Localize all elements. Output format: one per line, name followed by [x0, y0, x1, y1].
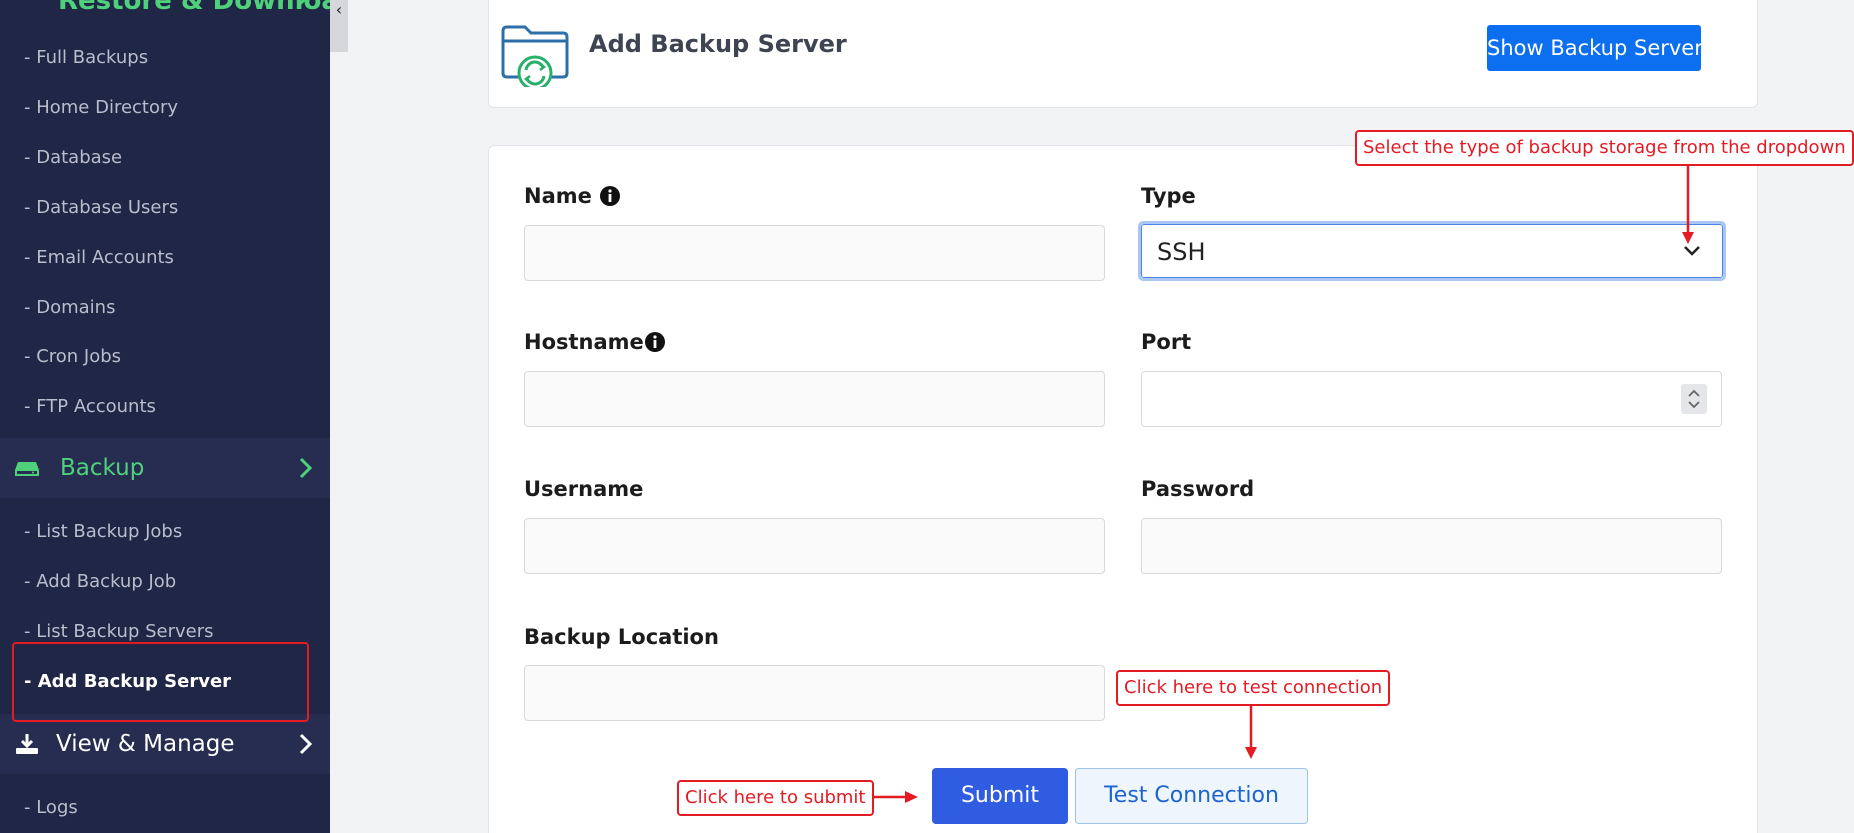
stepper-arrows-icon [1688, 389, 1700, 409]
type-label: Type [1141, 184, 1196, 208]
name-label: Name [524, 184, 592, 208]
hostname-input[interactable] [524, 371, 1105, 427]
test-connection-button[interactable]: Test Connection [1075, 768, 1308, 824]
chevron-down-icon [1684, 246, 1700, 256]
sidebar-section-label: Backup [60, 455, 145, 481]
type-select-frame [1141, 224, 1723, 278]
annotation-submit-hint: Click here to submit [677, 780, 874, 816]
chevron-right-icon [296, 0, 307, 8]
sidebar-section-label: Restore & Download [58, 0, 330, 16]
sidebar-item-full-backups[interactable]: - Full Backups [24, 43, 148, 73]
type-select-value: SSH [1157, 238, 1206, 266]
info-icon[interactable] [645, 332, 665, 352]
port-input[interactable] [1141, 371, 1722, 427]
port-stepper[interactable] [1681, 384, 1707, 414]
folder-sync-icon [501, 25, 569, 87]
name-input[interactable] [524, 225, 1105, 281]
sidebar-section-view-manage[interactable]: View & Manage [0, 714, 330, 774]
port-label: Port [1141, 330, 1192, 354]
sidebar-item-database[interactable]: - Database [24, 143, 122, 173]
sidebar-item-add-backup-job[interactable]: - Add Backup Job [24, 567, 176, 597]
sidebar-section-label: View & Manage [56, 731, 235, 757]
page-title: Add Backup Server [589, 30, 847, 58]
sidebar-item-email-accounts[interactable]: - Email Accounts [24, 243, 174, 273]
sidebar-item-home-directory[interactable]: - Home Directory [24, 93, 178, 123]
chevron-right-icon [299, 733, 313, 755]
annotation-type-hint: Select the type of backup storage from t… [1355, 130, 1854, 166]
username-input[interactable] [524, 518, 1105, 574]
sidebar-item-list-backup-jobs[interactable]: - List Backup Jobs [24, 517, 182, 547]
sidebar-item-domains[interactable]: - Domains [24, 293, 115, 323]
type-select[interactable]: SSH [1138, 221, 1726, 281]
annotation-test-hint: Click here to test connection [1116, 670, 1391, 706]
sidebar-item-ftp-accounts[interactable]: - FTP Accounts [24, 392, 156, 422]
info-icon[interactable] [600, 186, 620, 206]
username-label: Username [524, 477, 644, 501]
page-header-card: Add Backup Server Show Backup Servers [488, 0, 1758, 108]
chevron-right-icon [299, 457, 313, 479]
download-icon [16, 734, 38, 754]
show-backup-servers-button[interactable]: Show Backup Servers [1487, 25, 1714, 71]
backup-location-label: Backup Location [524, 625, 719, 649]
backup-location-input[interactable] [524, 665, 1105, 721]
password-input[interactable] [1141, 518, 1722, 574]
sidebar-item-database-users[interactable]: - Database Users [24, 193, 178, 223]
hdd-icon [15, 462, 39, 476]
password-label: Password [1141, 477, 1255, 501]
submit-button[interactable]: Submit [932, 768, 1068, 824]
sidebar-item-logs[interactable]: - Logs [24, 793, 78, 823]
hostname-label: Hostname [524, 330, 644, 354]
sidebar-collapse-toggle[interactable]: ‹ [330, 0, 348, 52]
sidebar-section-backup[interactable]: Backup [0, 438, 330, 498]
sidebar-item-cron-jobs[interactable]: - Cron Jobs [24, 342, 121, 372]
annotation-highlight-box [12, 642, 309, 722]
